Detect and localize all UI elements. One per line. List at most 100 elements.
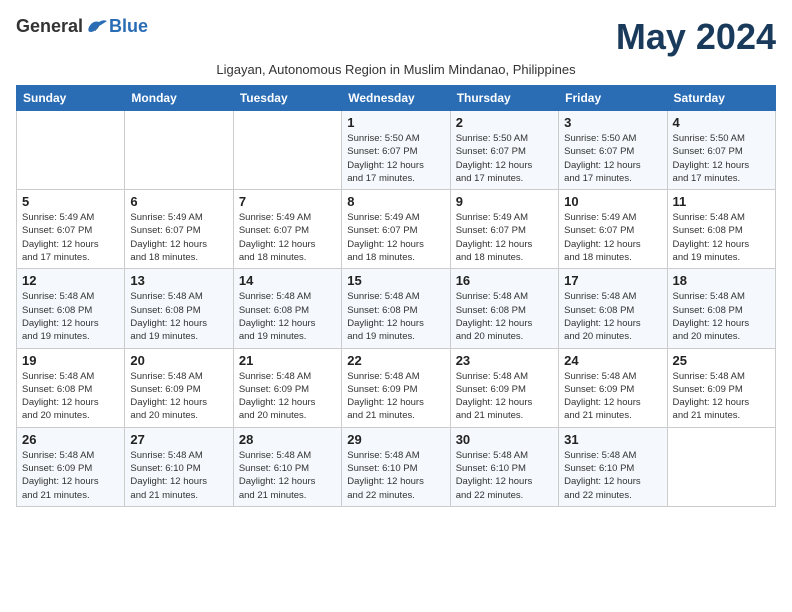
day-info: Sunrise: 5:50 AM Sunset: 6:07 PM Dayligh… [347, 132, 444, 185]
calendar-cell: 17 Sunrise: 5:48 AM Sunset: 6:08 PM Dayli… [559, 269, 667, 348]
calendar-cell: 26 Sunrise: 5:48 AM Sunset: 6:09 PM Dayli… [17, 427, 125, 506]
calendar-cell: 18 Sunrise: 5:48 AM Sunset: 6:08 PM Dayli… [667, 269, 775, 348]
calendar-week-row: 5Sunrise: 5:49 AM Sunset: 6:07 PM Daylig… [17, 190, 776, 269]
day-info: Sunrise: 5:49 AM Sunset: 6:07 PM Dayligh… [456, 211, 553, 264]
day-number: 27 [130, 432, 227, 447]
day-info: Sunrise: 5:50 AM Sunset: 6:07 PM Dayligh… [673, 132, 770, 185]
day-info: Sunrise: 5:48 AM Sunset: 6:09 PM Dayligh… [564, 370, 661, 423]
calendar-cell: 1 Sunrise: 5:50 AM Sunset: 6:07 PM Daylig… [342, 111, 450, 190]
day-number: 2 [456, 115, 553, 130]
day-info: Sunrise: 5:48 AM Sunset: 6:08 PM Dayligh… [673, 211, 770, 264]
day-number: 6 [130, 194, 227, 209]
logo-text-general: General [16, 16, 83, 37]
day-number: 18 [673, 273, 770, 288]
day-number: 25 [673, 353, 770, 368]
day-info: Sunrise: 5:49 AM Sunset: 6:07 PM Dayligh… [239, 211, 336, 264]
day-header-sunday: Sunday [17, 86, 125, 111]
calendar-cell: 6 Sunrise: 5:49 AM Sunset: 6:07 PM Daylig… [125, 190, 233, 269]
day-number: 22 [347, 353, 444, 368]
calendar-week-row: 19Sunrise: 5:48 AM Sunset: 6:08 PM Dayli… [17, 348, 776, 427]
day-number: 29 [347, 432, 444, 447]
day-header-friday: Friday [559, 86, 667, 111]
calendar-cell: 16 Sunrise: 5:48 AM Sunset: 6:08 PM Dayli… [450, 269, 558, 348]
calendar-cell: 5Sunrise: 5:49 AM Sunset: 6:07 PM Daylig… [17, 190, 125, 269]
days-header-row: SundayMondayTuesdayWednesdayThursdayFrid… [17, 86, 776, 111]
calendar-cell: 30Sunrise: 5:48 AM Sunset: 6:10 PM Dayli… [450, 427, 558, 506]
calendar-cell: 8Sunrise: 5:49 AM Sunset: 6:07 PM Daylig… [342, 190, 450, 269]
month-title: May 2024 [616, 16, 776, 58]
day-number: 1 [347, 115, 444, 130]
calendar-cell: 11Sunrise: 5:48 AM Sunset: 6:08 PM Dayli… [667, 190, 775, 269]
day-info: Sunrise: 5:49 AM Sunset: 6:07 PM Dayligh… [564, 211, 661, 264]
calendar-cell: 25 Sunrise: 5:48 AM Sunset: 6:09 PM Dayli… [667, 348, 775, 427]
calendar-cell: 7 Sunrise: 5:49 AM Sunset: 6:07 PM Daylig… [233, 190, 341, 269]
calendar-cell: 31 Sunrise: 5:48 AM Sunset: 6:10 PM Dayli… [559, 427, 667, 506]
day-header-wednesday: Wednesday [342, 86, 450, 111]
day-number: 26 [22, 432, 119, 447]
subtitle: Ligayan, Autonomous Region in Muslim Min… [16, 62, 776, 77]
day-number: 24 [564, 353, 661, 368]
day-number: 7 [239, 194, 336, 209]
calendar-cell: 15 Sunrise: 5:48 AM Sunset: 6:08 PM Dayli… [342, 269, 450, 348]
day-number: 14 [239, 273, 336, 288]
day-info: Sunrise: 5:48 AM Sunset: 6:08 PM Dayligh… [130, 290, 227, 343]
calendar-cell: 27 Sunrise: 5:48 AM Sunset: 6:10 PM Dayli… [125, 427, 233, 506]
calendar-cell: 14 Sunrise: 5:48 AM Sunset: 6:08 PM Dayli… [233, 269, 341, 348]
calendar-cell: 22Sunrise: 5:48 AM Sunset: 6:09 PM Dayli… [342, 348, 450, 427]
calendar-cell: 9Sunrise: 5:49 AM Sunset: 6:07 PM Daylig… [450, 190, 558, 269]
day-info: Sunrise: 5:48 AM Sunset: 6:08 PM Dayligh… [347, 290, 444, 343]
day-number: 13 [130, 273, 227, 288]
calendar-cell [17, 111, 125, 190]
logo-text-blue: Blue [109, 16, 148, 37]
day-header-thursday: Thursday [450, 86, 558, 111]
calendar-cell: 2 Sunrise: 5:50 AM Sunset: 6:07 PM Daylig… [450, 111, 558, 190]
day-number: 31 [564, 432, 661, 447]
day-header-tuesday: Tuesday [233, 86, 341, 111]
calendar-cell: 13 Sunrise: 5:48 AM Sunset: 6:08 PM Dayli… [125, 269, 233, 348]
calendar-week-row: 26 Sunrise: 5:48 AM Sunset: 6:09 PM Dayli… [17, 427, 776, 506]
day-number: 10 [564, 194, 661, 209]
day-info: Sunrise: 5:48 AM Sunset: 6:08 PM Dayligh… [456, 290, 553, 343]
day-number: 28 [239, 432, 336, 447]
day-info: Sunrise: 5:48 AM Sunset: 6:10 PM Dayligh… [347, 449, 444, 502]
day-info: Sunrise: 5:48 AM Sunset: 6:08 PM Dayligh… [22, 370, 119, 423]
day-number: 17 [564, 273, 661, 288]
day-info: Sunrise: 5:48 AM Sunset: 6:09 PM Dayligh… [673, 370, 770, 423]
calendar-cell: 29 Sunrise: 5:48 AM Sunset: 6:10 PM Dayli… [342, 427, 450, 506]
day-info: Sunrise: 5:48 AM Sunset: 6:08 PM Dayligh… [673, 290, 770, 343]
calendar-cell [125, 111, 233, 190]
day-info: Sunrise: 5:48 AM Sunset: 6:10 PM Dayligh… [130, 449, 227, 502]
day-info: Sunrise: 5:48 AM Sunset: 6:10 PM Dayligh… [564, 449, 661, 502]
day-info: Sunrise: 5:49 AM Sunset: 6:07 PM Dayligh… [22, 211, 119, 264]
day-number: 12 [22, 273, 119, 288]
day-info: Sunrise: 5:49 AM Sunset: 6:07 PM Dayligh… [130, 211, 227, 264]
day-info: Sunrise: 5:48 AM Sunset: 6:08 PM Dayligh… [564, 290, 661, 343]
day-number: 16 [456, 273, 553, 288]
day-info: Sunrise: 5:48 AM Sunset: 6:09 PM Dayligh… [239, 370, 336, 423]
day-info: Sunrise: 5:48 AM Sunset: 6:09 PM Dayligh… [130, 370, 227, 423]
day-info: Sunrise: 5:48 AM Sunset: 6:10 PM Dayligh… [456, 449, 553, 502]
calendar-cell: 21 Sunrise: 5:48 AM Sunset: 6:09 PM Dayli… [233, 348, 341, 427]
calendar-cell: 3Sunrise: 5:50 AM Sunset: 6:07 PM Daylig… [559, 111, 667, 190]
day-number: 15 [347, 273, 444, 288]
calendar-cell: 20 Sunrise: 5:48 AM Sunset: 6:09 PM Dayli… [125, 348, 233, 427]
page-header: General Blue May 2024 [16, 16, 776, 58]
day-number: 21 [239, 353, 336, 368]
calendar-week-row: 12 Sunrise: 5:48 AM Sunset: 6:08 PM Dayli… [17, 269, 776, 348]
calendar-cell [667, 427, 775, 506]
calendar-week-row: 1 Sunrise: 5:50 AM Sunset: 6:07 PM Daylig… [17, 111, 776, 190]
day-info: Sunrise: 5:50 AM Sunset: 6:07 PM Dayligh… [456, 132, 553, 185]
logo: General Blue [16, 16, 148, 37]
day-number: 20 [130, 353, 227, 368]
calendar-cell [233, 111, 341, 190]
day-info: Sunrise: 5:48 AM Sunset: 6:09 PM Dayligh… [22, 449, 119, 502]
day-info: Sunrise: 5:49 AM Sunset: 6:07 PM Dayligh… [347, 211, 444, 264]
calendar-table: SundayMondayTuesdayWednesdayThursdayFrid… [16, 85, 776, 507]
day-info: Sunrise: 5:48 AM Sunset: 6:08 PM Dayligh… [22, 290, 119, 343]
day-info: Sunrise: 5:48 AM Sunset: 6:08 PM Dayligh… [239, 290, 336, 343]
day-info: Sunrise: 5:48 AM Sunset: 6:10 PM Dayligh… [239, 449, 336, 502]
day-number: 4 [673, 115, 770, 130]
day-number: 23 [456, 353, 553, 368]
day-info: Sunrise: 5:50 AM Sunset: 6:07 PM Dayligh… [564, 132, 661, 185]
calendar-cell: 10 Sunrise: 5:49 AM Sunset: 6:07 PM Dayli… [559, 190, 667, 269]
